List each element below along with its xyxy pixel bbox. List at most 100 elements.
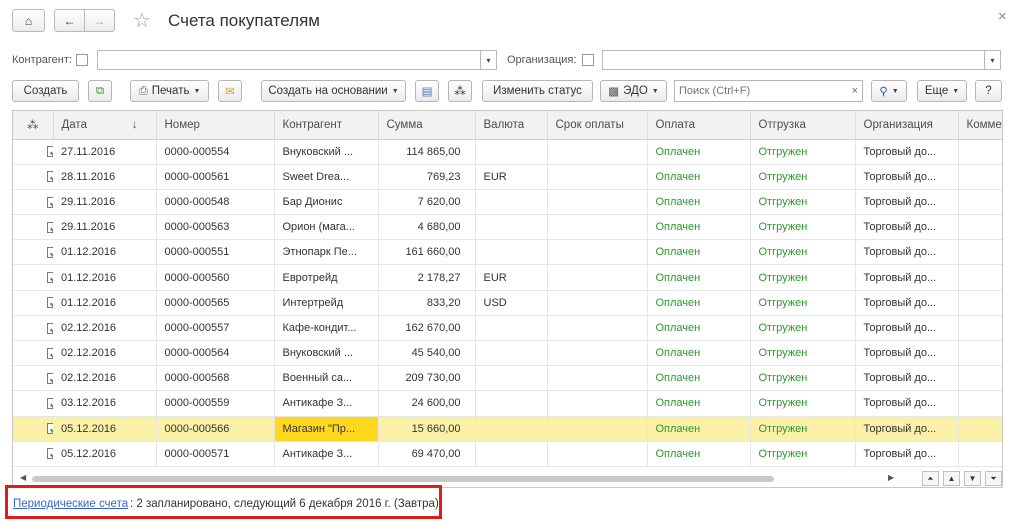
- table-row[interactable]: 01.12.2016 0000-000565 Интертрейд 833,20 USD…: [13, 290, 1002, 316]
- cell-payment: Оплачен: [647, 189, 751, 216]
- scroll-left-icon[interactable]: ◀: [20, 473, 26, 482]
- help-button-label: ?: [985, 85, 992, 97]
- arrow-right-icon: →: [93, 13, 106, 28]
- column-header-date[interactable]: Дата ↓: [53, 111, 157, 140]
- close-icon[interactable]: ×: [998, 8, 1007, 25]
- organizacia-checkbox[interactable]: [582, 54, 594, 66]
- scrollbar-thumb[interactable]: [32, 476, 774, 482]
- help-button[interactable]: ?: [975, 80, 1002, 102]
- organizacia-dropdown-button[interactable]: ▾: [985, 50, 1001, 70]
- cell-organization: Торговый до...: [855, 290, 959, 316]
- cell-kontragent: Внуковский ...: [274, 139, 379, 165]
- column-header-kontragent[interactable]: Контрагент: [274, 111, 379, 140]
- table-row[interactable]: 28.11.2016 0000-000561 Sweet Drea... 769,23…: [13, 164, 1002, 190]
- cell-kontragent: Внуковский ...: [274, 340, 379, 367]
- invoice-table[interactable]: ⁂ Дата ↓ Номер Контрагент Сумма Валюта Ср…: [12, 110, 1003, 488]
- email-button[interactable]: ✉: [218, 80, 242, 102]
- create-button[interactable]: Создать: [12, 80, 79, 102]
- cell-payment: Оплачен: [647, 441, 751, 467]
- clear-icon[interactable]: ×: [852, 85, 858, 97]
- star-icon[interactable]: ☆: [133, 8, 151, 33]
- back-button[interactable]: ←: [54, 9, 85, 32]
- forward-button[interactable]: →: [84, 9, 115, 32]
- cell-payment: Оплачен: [647, 365, 751, 392]
- print-button[interactable]: ⎙ Печать ▼: [130, 80, 209, 102]
- document-button[interactable]: ▤: [415, 80, 439, 102]
- cell-currency: [475, 315, 548, 342]
- next-record-button[interactable]: ▼: [964, 471, 981, 486]
- cell-payment: Оплачен: [647, 164, 751, 190]
- table-row[interactable]: 01.12.2016 0000-000560 Евротрейд 2 178,27 EU…: [13, 264, 1002, 291]
- column-header-shipment[interactable]: Отгрузка: [750, 111, 856, 140]
- table-row[interactable]: 29.11.2016 0000-000548 Бар Дионис 7 620,00 О…: [13, 189, 1002, 216]
- table-row[interactable]: 02.12.2016 0000-000564 Внуковский ... 45 54…: [13, 340, 1002, 367]
- column-header-payment[interactable]: Оплата: [647, 111, 751, 140]
- search-field[interactable]: ×: [674, 80, 863, 102]
- cell-due: [547, 441, 648, 467]
- search-icon: ⚲: [879, 86, 888, 98]
- table-row[interactable]: 05.12.2016 0000-000571 Антикафе З... 69 470…: [13, 441, 1002, 467]
- cell-comment: [958, 264, 1002, 291]
- cell-organization: Торговый до...: [855, 315, 959, 342]
- cell-due: [547, 189, 648, 216]
- search-input[interactable]: [675, 81, 845, 101]
- cell-comment: [958, 416, 1002, 442]
- kontragent-checkbox[interactable]: [76, 54, 88, 66]
- cell-number: 0000-000559: [156, 390, 275, 417]
- table-row[interactable]: 01.12.2016 0000-000551 Этнопарк Пе... 161 6…: [13, 239, 1002, 266]
- home-button[interactable]: ⌂: [12, 9, 45, 32]
- kontragent-label: Контрагент:: [12, 54, 72, 66]
- cell-organization: Торговый до...: [855, 340, 959, 367]
- table-row[interactable]: 27.11.2016 0000-000554 Внуковский ... 114 8…: [13, 139, 1002, 165]
- cell-sum: 114 865,00: [378, 139, 476, 165]
- cell-organization: Торговый до...: [855, 239, 959, 266]
- table-row[interactable]: 03.12.2016 0000-000559 Антикафе З... 24 600…: [13, 390, 1002, 417]
- cell-sum: 161 660,00: [378, 239, 476, 266]
- search-button[interactable]: ⚲ ▼: [871, 80, 907, 102]
- horizontal-scrollbar[interactable]: ◀ ▶: [12, 472, 894, 486]
- cell-number: 0000-000548: [156, 189, 275, 216]
- arrow-left-icon: ←: [63, 13, 76, 28]
- cell-organization: Торговый до...: [855, 139, 959, 165]
- first-record-button[interactable]: ⏶: [922, 471, 939, 486]
- cell-currency: USD: [475, 290, 548, 316]
- attach-button[interactable]: ⁂: [448, 80, 472, 102]
- change-status-button[interactable]: Изменить статус: [482, 80, 593, 102]
- row-status-icon: [13, 239, 53, 266]
- column-header-due[interactable]: Срок оплаты: [547, 111, 648, 140]
- cell-number: 0000-000566: [156, 416, 275, 442]
- column-header-comment[interactable]: Комме: [958, 111, 1002, 140]
- create-based-button[interactable]: Создать на основании ▼: [261, 80, 406, 102]
- scroll-right-icon[interactable]: ▶: [888, 473, 894, 482]
- chevron-down-icon: ▼: [651, 87, 659, 95]
- cell-date: 05.12.2016: [53, 416, 157, 442]
- cell-due: [547, 390, 648, 417]
- more-button[interactable]: Еще ▼: [917, 80, 967, 102]
- kontragent-dropdown-button[interactable]: ▾: [481, 50, 497, 70]
- previous-record-button[interactable]: ▲: [943, 471, 960, 486]
- kontragent-field[interactable]: [97, 50, 481, 70]
- paperclip-icon: ⁂: [27, 119, 39, 132]
- row-status-icon: [13, 264, 53, 291]
- cell-currency: [475, 214, 548, 241]
- cell-shipment: Отгружен: [750, 189, 856, 216]
- copy-button[interactable]: ⧉: [88, 80, 112, 102]
- organizacia-field[interactable]: [602, 50, 985, 70]
- column-header-number[interactable]: Номер: [156, 111, 275, 140]
- table-row[interactable]: 29.11.2016 0000-000563 Орион (мага... 4 680…: [13, 214, 1002, 241]
- table-row[interactable]: 02.12.2016 0000-000557 Кафе-кондит... 162 6…: [13, 315, 1002, 342]
- column-header-organization[interactable]: Организация: [855, 111, 959, 140]
- table-row[interactable]: 02.12.2016 0000-000568 Военный са... 209 73…: [13, 365, 1002, 392]
- cell-number: 0000-000564: [156, 340, 275, 367]
- edo-button[interactable]: ▩ ЭДО ▼: [600, 80, 667, 102]
- cell-shipment: Отгружен: [750, 315, 856, 342]
- column-header-sum[interactable]: Сумма: [378, 111, 476, 140]
- column-header-currency[interactable]: Валюта: [475, 111, 548, 140]
- table-row[interactable]: 05.12.2016 0000-000566 Магазин "Пр... 15 66…: [13, 416, 1002, 442]
- cell-currency: [475, 416, 548, 442]
- periodic-invoices-link[interactable]: Периодические счета: [13, 498, 128, 510]
- attachment-column-header[interactable]: ⁂: [13, 111, 54, 140]
- row-status-icon: [13, 139, 53, 165]
- last-record-button[interactable]: ⏷: [985, 471, 1002, 486]
- cell-shipment: Отгружен: [750, 416, 856, 442]
